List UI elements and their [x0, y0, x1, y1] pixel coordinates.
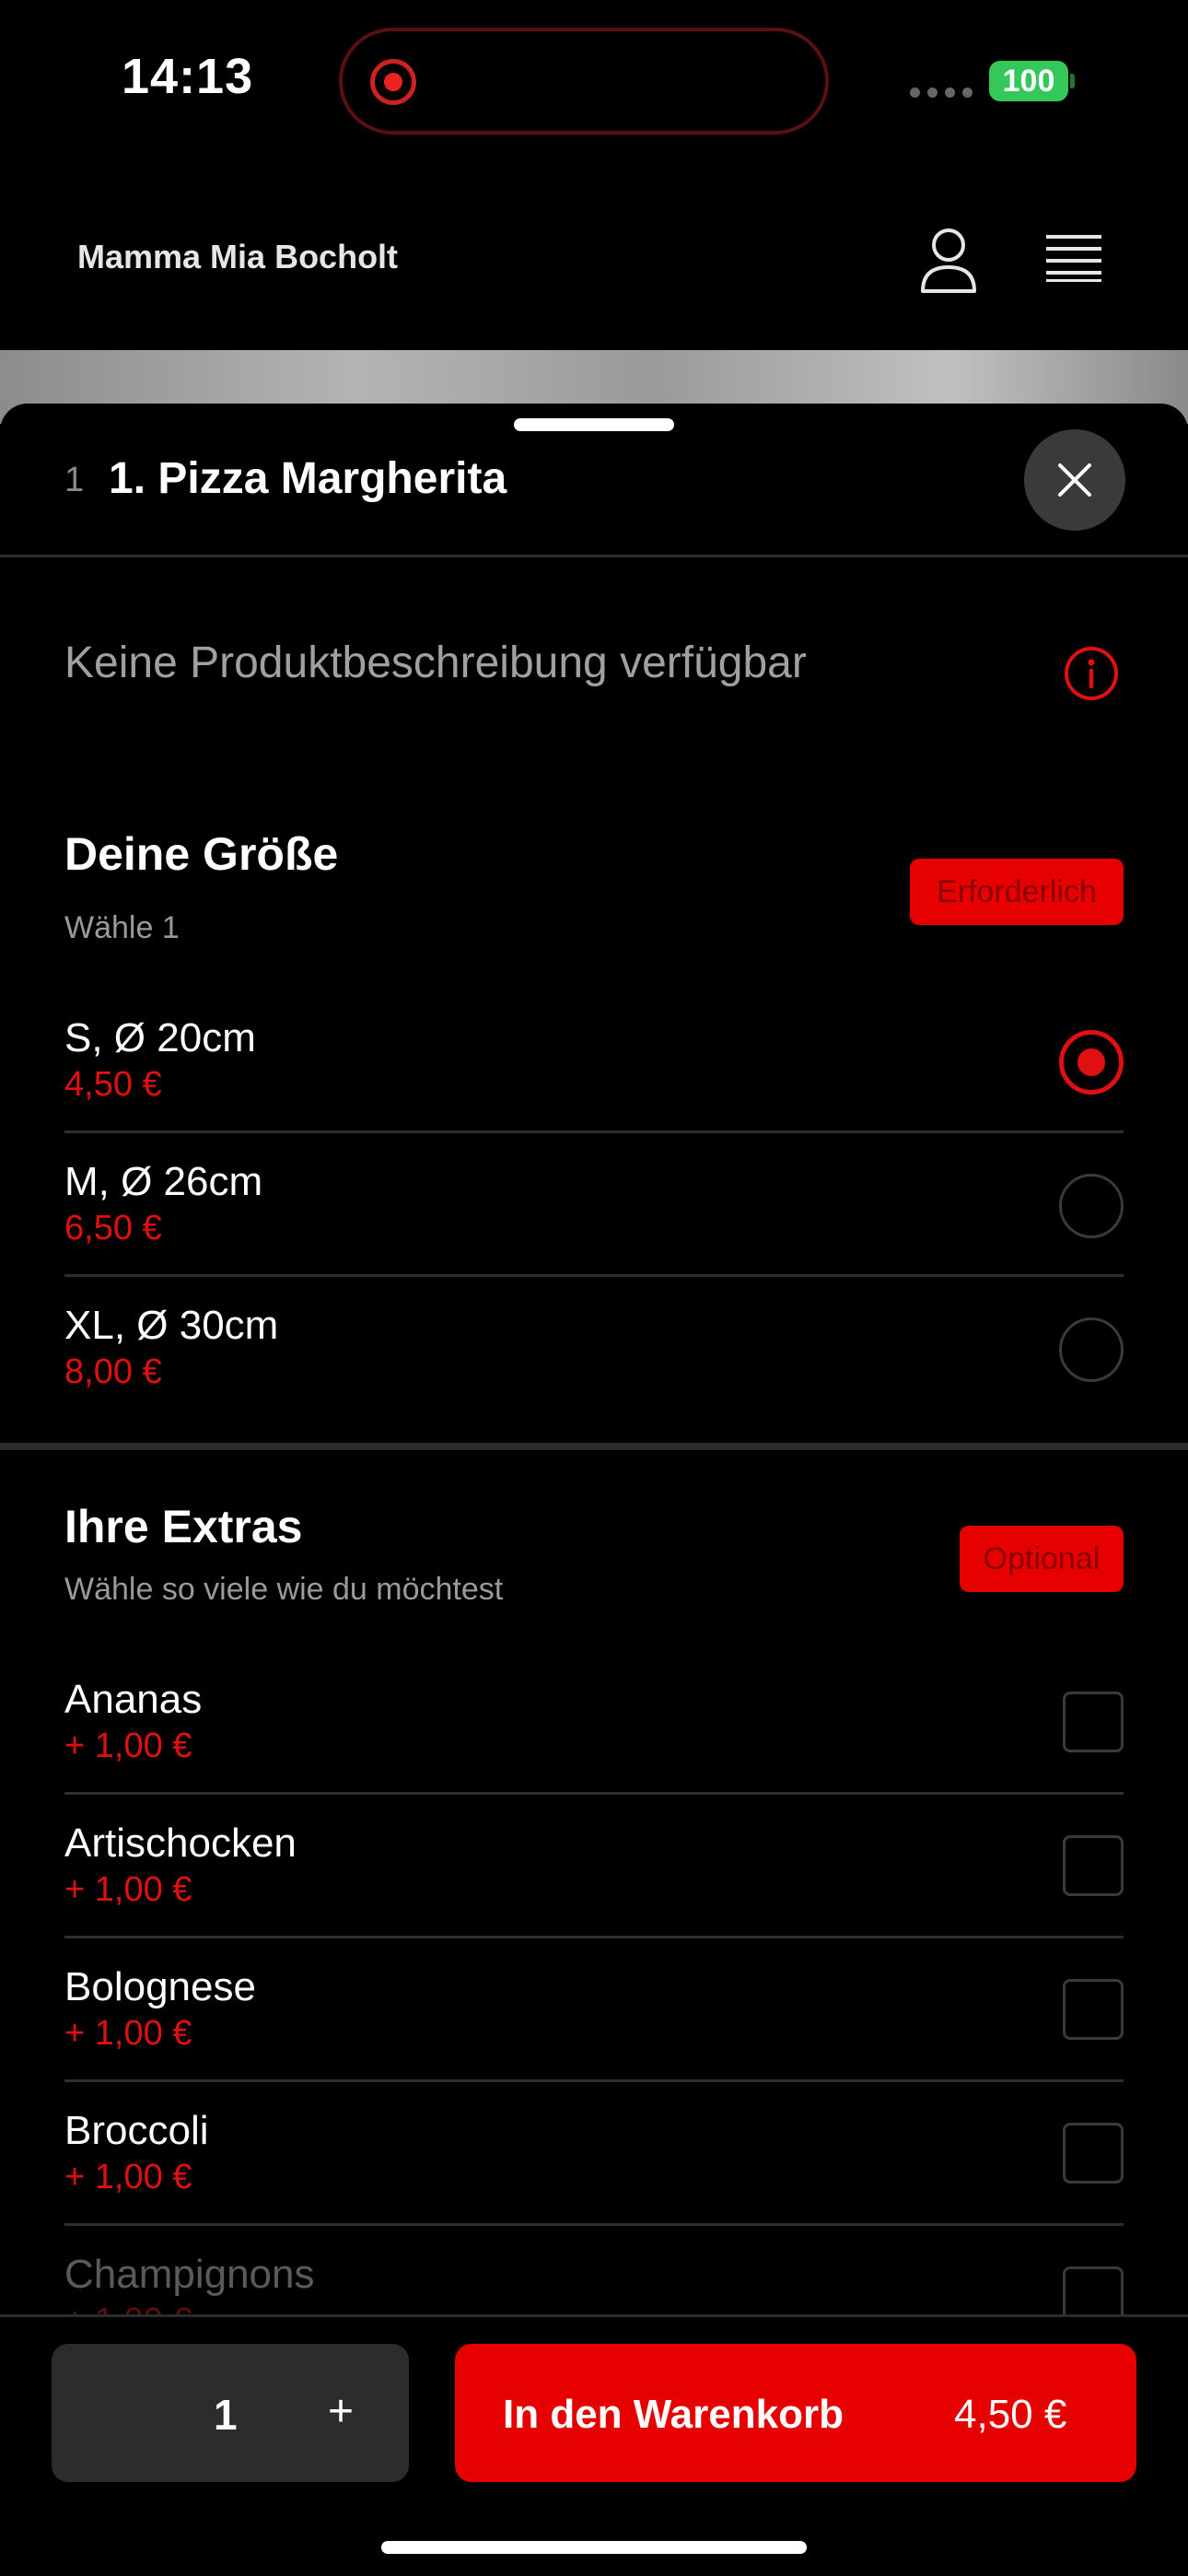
home-indicator[interactable] — [381, 2541, 807, 2554]
option-price: 6,50 € — [64, 1209, 162, 1247]
option-name: Ananas — [64, 1677, 203, 1722]
size-option-xl[interactable]: XL, Ø 30cm 8,00 € — [64, 1277, 1124, 1421]
section-divider — [0, 1443, 1188, 1450]
quantity-value: 1 — [214, 2391, 238, 2439]
info-icon[interactable] — [1063, 645, 1120, 702]
increment-button[interactable]: + — [328, 2386, 354, 2437]
option-name: XL, Ø 30cm — [64, 1303, 279, 1348]
size-option-s[interactable]: S, Ø 20cm 4,50 € — [64, 989, 1124, 1133]
radio-selected[interactable] — [1059, 1030, 1124, 1095]
item-title: 1. Pizza Margherita — [109, 454, 507, 503]
radio-unselected[interactable] — [1059, 1174, 1124, 1238]
option-price: + 1,00 € — [64, 2158, 192, 2196]
extras-group-subtitle: Wähle so viele wie du möchtest — [64, 1572, 504, 1607]
option-price: 4,50 € — [64, 1065, 162, 1104]
option-name: Artischocken — [64, 1821, 297, 1866]
restaurant-name[interactable]: Mamma Mia Bocholt — [77, 238, 398, 276]
item-number: 1 — [64, 461, 85, 499]
radio-unselected[interactable] — [1059, 1317, 1124, 1382]
battery-tip — [1070, 74, 1075, 88]
user-icon[interactable] — [919, 227, 978, 293]
dynamic-island — [339, 28, 829, 135]
option-name: Champignons — [64, 2252, 315, 2297]
extra-option-broccoli[interactable]: Broccoli + 1,00 € — [64, 2082, 1124, 2226]
menu-icon[interactable] — [1044, 234, 1103, 282]
recording-icon — [370, 59, 416, 105]
option-price: + 1,00 € — [64, 2014, 192, 2053]
checkbox[interactable] — [1063, 1835, 1124, 1896]
checkbox[interactable] — [1063, 2123, 1124, 2184]
battery-icon: 100 — [989, 61, 1068, 101]
option-name: S, Ø 20cm — [64, 1015, 256, 1060]
optional-badge: Optional — [960, 1526, 1124, 1592]
add-to-cart-label: In den Warenkorb — [503, 2392, 844, 2437]
size-group-subtitle: Wähle 1 — [64, 910, 180, 945]
option-price: 8,00 € — [64, 1352, 162, 1391]
option-name: M, Ø 26cm — [64, 1159, 263, 1204]
signal-icon — [910, 88, 973, 98]
extra-option-artischocken[interactable]: Artischocken + 1,00 € — [64, 1795, 1124, 1938]
option-price: + 1,00 € — [64, 1870, 192, 1909]
size-option-m[interactable]: M, Ø 26cm 6,50 € — [64, 1133, 1124, 1277]
sheet-grabber[interactable] — [514, 418, 674, 431]
checkbox[interactable] — [1063, 1692, 1124, 1752]
extra-option-bolognese[interactable]: Bolognese + 1,00 € — [64, 1938, 1124, 2082]
checkbox[interactable] — [1063, 1979, 1124, 2040]
option-name: Broccoli — [64, 2108, 209, 2153]
option-price: + 1,00 € — [64, 1727, 192, 1765]
required-badge: Erforderlich — [910, 859, 1124, 925]
close-button[interactable] — [1024, 429, 1125, 531]
divider — [0, 555, 1188, 557]
size-group-title: Deine Größe — [64, 828, 339, 880]
close-icon — [1058, 463, 1091, 497]
product-description: Keine Produktbeschreibung verfügbar — [64, 638, 807, 687]
status-time: 14:13 — [122, 49, 254, 104]
extra-option-ananas[interactable]: Ananas + 1,00 € — [64, 1651, 1124, 1795]
cart-total: 4,50 € — [954, 2392, 1067, 2437]
option-name: Bolognese — [64, 1964, 256, 2009]
extras-group-title: Ihre Extras — [64, 1501, 303, 1552]
